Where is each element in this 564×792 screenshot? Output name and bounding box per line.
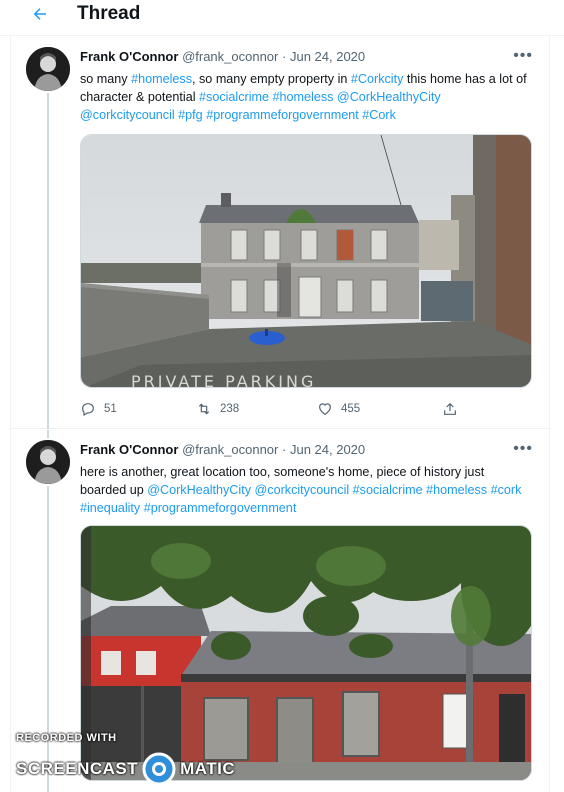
hashtag-link[interactable]: #inequality bbox=[80, 501, 140, 515]
thread-connector bbox=[47, 93, 49, 429]
author-name[interactable]: Frank O'Connor bbox=[80, 442, 178, 457]
avatar[interactable] bbox=[26, 47, 70, 91]
like-count: 455 bbox=[341, 403, 361, 415]
mention-link[interactable]: @CorkHealthyCity bbox=[147, 483, 251, 497]
hashtag-link[interactable]: #homeless bbox=[426, 483, 487, 497]
screencast-logo-icon bbox=[142, 752, 176, 786]
mention-link[interactable]: @CorkHealthyCity bbox=[337, 90, 441, 104]
hashtag-link[interactable]: #homeless bbox=[131, 72, 192, 86]
mention-link[interactable]: @corkcitycouncil bbox=[255, 483, 350, 497]
ground-marking-text: PRIVATE PARKING bbox=[131, 372, 316, 388]
tweet-meta: Frank O'Connor @frank_oconnor · Jun 24, … bbox=[80, 49, 365, 64]
hashtag-link[interactable]: #socialcrime bbox=[199, 90, 269, 104]
tweet-date[interactable]: Jun 24, 2020 bbox=[290, 442, 365, 457]
share-icon bbox=[444, 402, 456, 415]
tweet-date[interactable]: Jun 24, 2020 bbox=[290, 49, 365, 64]
hashtag-link[interactable]: #socialcrime bbox=[353, 483, 423, 497]
heart-icon bbox=[319, 403, 331, 416]
reply-count: 51 bbox=[104, 403, 117, 415]
retweet-count: 238 bbox=[220, 403, 240, 415]
hashtag-link[interactable]: #programmeforgovernment bbox=[144, 501, 297, 515]
tweet[interactable]: Frank O'Connor @frank_oconnor · Jun 24, … bbox=[11, 37, 549, 429]
screencast-watermark: RECORDED WITH SCREENCAST MATIC bbox=[16, 732, 246, 786]
avatar[interactable] bbox=[26, 440, 70, 484]
tweet-text-segment: so many bbox=[80, 72, 132, 86]
meta-separator: · bbox=[282, 49, 287, 64]
thread-connector bbox=[47, 430, 49, 438]
thread-header: Thread bbox=[0, 0, 564, 36]
watermark-brand: SCREENCAST MATIC bbox=[16, 752, 235, 786]
hashtag-link[interactable]: #pfg bbox=[178, 108, 203, 122]
tweet-text: so many #homeless, so many empty propert… bbox=[80, 70, 530, 124]
hashtag-link[interactable]: #programmeforgovernment bbox=[206, 108, 359, 122]
retweet-icon bbox=[198, 403, 210, 415]
reply-icon bbox=[82, 403, 94, 417]
hashtag-link[interactable]: #Cork bbox=[362, 108, 396, 122]
tweet-text: here is another, great location too, som… bbox=[80, 463, 530, 517]
arrow-left-icon[interactable] bbox=[26, 3, 54, 25]
tweet-photo[interactable]: PRIVATE PARKING bbox=[80, 134, 532, 388]
watermark-top-text: RECORDED WITH bbox=[16, 732, 117, 744]
author-handle[interactable]: @frank_oconnor bbox=[182, 49, 278, 64]
like-button[interactable]: 455 bbox=[317, 401, 360, 417]
watermark-right-text: MATIC bbox=[180, 759, 236, 778]
more-options-icon[interactable]: ••• bbox=[513, 440, 533, 458]
retweet-button[interactable]: 238 bbox=[196, 401, 239, 417]
hashtag-link[interactable]: #Corkcity bbox=[351, 72, 403, 86]
more-options-icon[interactable]: ••• bbox=[513, 47, 533, 65]
hashtag-link[interactable]: #homeless bbox=[273, 90, 334, 104]
page-title: Thread bbox=[77, 3, 141, 24]
hashtag-link[interactable]: #cork bbox=[491, 483, 522, 497]
meta-separator: · bbox=[282, 442, 287, 457]
tweet-text-segment: , so many empty property in bbox=[192, 72, 351, 86]
author-handle[interactable]: @frank_oconnor bbox=[182, 442, 278, 457]
share-button[interactable] bbox=[442, 401, 466, 417]
reply-button[interactable]: 51 bbox=[80, 401, 117, 417]
author-name[interactable]: Frank O'Connor bbox=[80, 49, 178, 64]
tweet-meta: Frank O'Connor @frank_oconnor · Jun 24, … bbox=[80, 442, 365, 457]
mention-link[interactable]: @corkcitycouncil bbox=[80, 108, 175, 122]
tweet-actions: 51 238 455 bbox=[80, 401, 480, 421]
watermark-left-text: SCREENCAST bbox=[16, 759, 139, 778]
